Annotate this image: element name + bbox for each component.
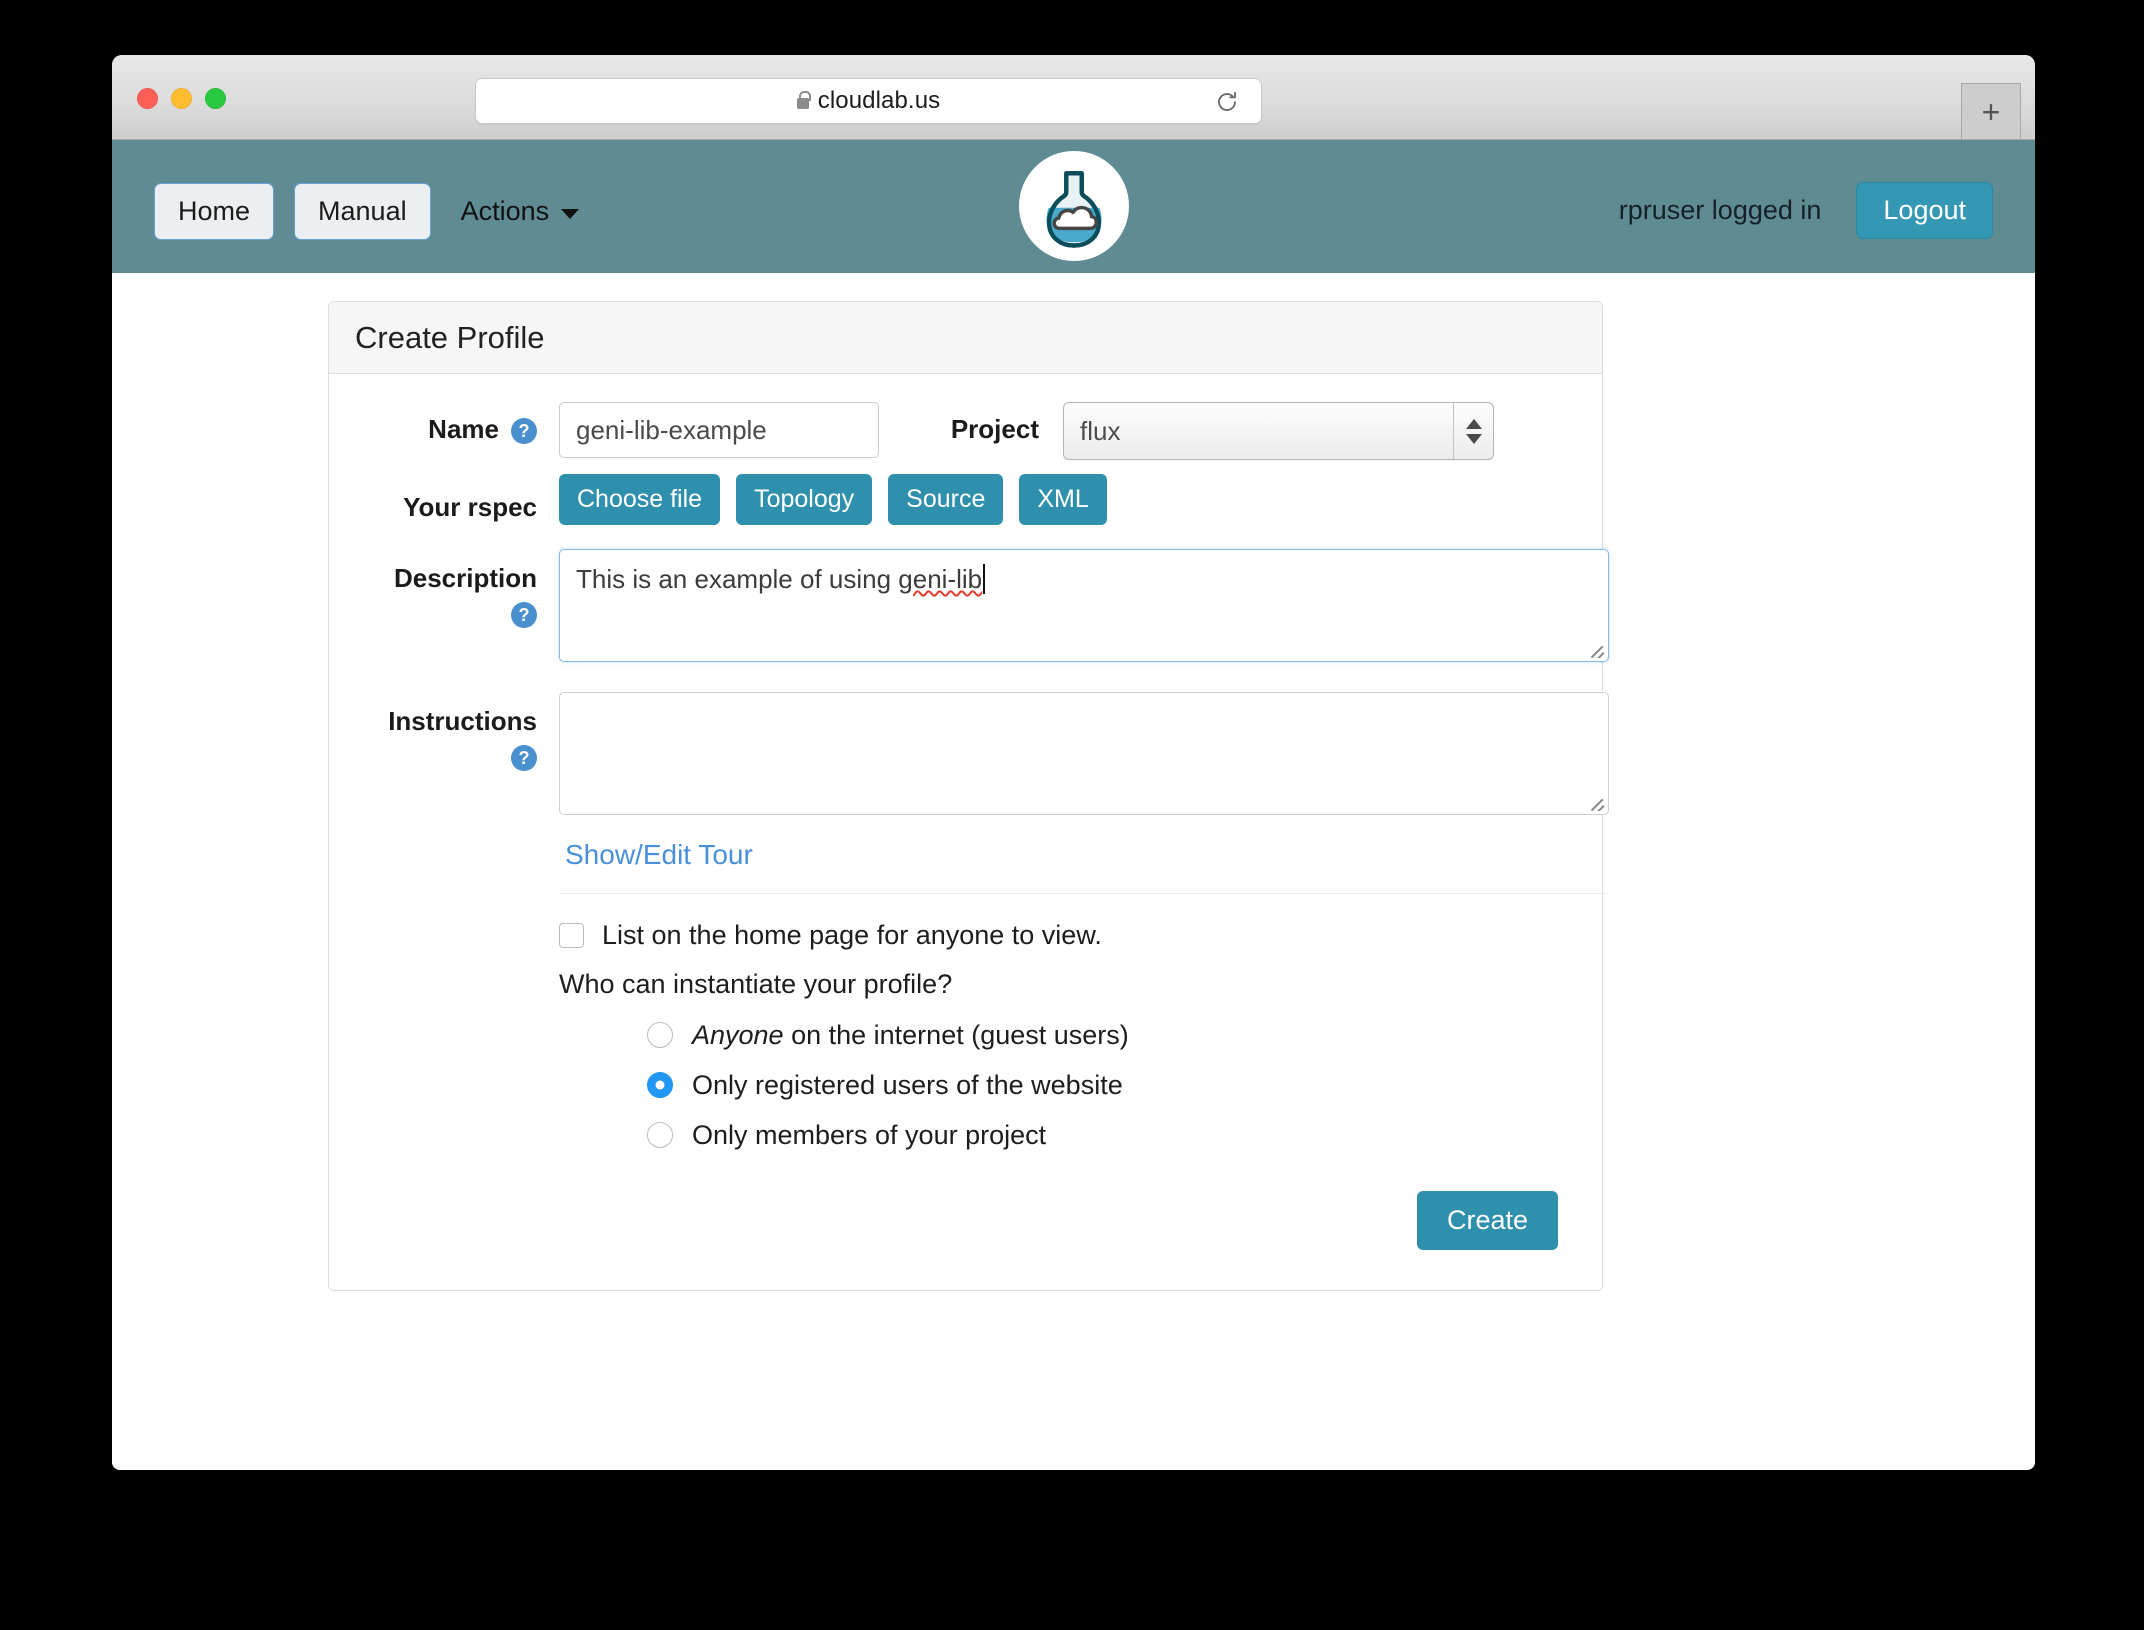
- radio-project-members[interactable]: [647, 1122, 673, 1149]
- description-textarea[interactable]: This is an example of using geni-lib: [559, 548, 1609, 662]
- show-edit-tour-link[interactable]: Show/Edit Tour: [565, 839, 753, 870]
- new-tab-button[interactable]: +: [1961, 83, 2021, 139]
- instructions-field-col: [537, 691, 1609, 815]
- name-label: Name: [428, 414, 499, 444]
- instantiate-question: Who can instantiate your profile?: [559, 968, 953, 999]
- name-project-row: Name? Project flux: [347, 402, 1576, 460]
- select-spinner-icon[interactable]: [1453, 403, 1493, 459]
- description-label-group: Description ?: [347, 549, 537, 628]
- project-label: Project: [950, 414, 1039, 444]
- reload-icon[interactable]: [1215, 90, 1239, 114]
- nav-actions-label: Actions: [460, 196, 550, 227]
- instructions-label: Instructions: [388, 705, 537, 736]
- instructions-row: Instructions ?: [347, 691, 1609, 815]
- radio-project-members-label: Only members of your project: [692, 1119, 1047, 1150]
- project-select[interactable]: flux: [1063, 402, 1494, 460]
- radio-row-anyone[interactable]: Anyone on the internet (guest users): [647, 1020, 1576, 1051]
- text-cursor: [983, 563, 986, 594]
- name-label-group: Name?: [347, 402, 537, 445]
- radio-row-project-members[interactable]: Only members of your project: [647, 1120, 1576, 1151]
- zoom-button[interactable]: [205, 88, 226, 109]
- site-navbar: Home Manual Actions rpruser logged in Lo…: [112, 140, 2035, 273]
- close-button[interactable]: [137, 88, 158, 109]
- instructions-help-icon[interactable]: ?: [511, 744, 537, 771]
- radio-anyone[interactable]: [647, 1022, 673, 1049]
- name-input[interactable]: [559, 402, 879, 458]
- description-field-col: This is an example of using geni-lib: [537, 548, 1609, 662]
- user-status-text: rpruser logged in: [1618, 195, 1822, 226]
- nav-left-group: Home Manual Actions: [154, 183, 580, 241]
- rspec-button-group: Choose file Topology Source XML: [559, 474, 1576, 525]
- logout-button[interactable]: Logout: [1856, 182, 1993, 240]
- panel-body: Name? Project flux: [329, 374, 1609, 1290]
- radio-row-registered[interactable]: Only registered users of the website: [647, 1070, 1576, 1101]
- rspec-field-col: Choose file Topology Source XML: [537, 474, 1576, 525]
- list-home-checkbox[interactable]: [559, 922, 584, 948]
- rspec-row: Your rspec Choose file Topology Source X…: [347, 474, 1576, 525]
- topology-button[interactable]: Topology: [736, 474, 873, 525]
- source-button[interactable]: Source: [888, 474, 1004, 525]
- visibility-section: List on the home page for anyone to view…: [559, 894, 1576, 1151]
- resize-handle[interactable]: [1587, 793, 1605, 811]
- page-body: Create Profile Name? Project flux: [112, 273, 2035, 1470]
- browser-window: cloudlab.us + Home Manual Actions rpruse…: [112, 55, 2035, 1470]
- instructions-label-group: Instructions ?: [347, 692, 537, 771]
- project-select-value: flux: [1080, 415, 1121, 446]
- nav-actions-dropdown[interactable]: Actions: [461, 196, 580, 227]
- name-help-icon[interactable]: ?: [511, 418, 537, 445]
- radio-anyone-label-italic: Anyone: [692, 1019, 784, 1050]
- description-help-icon[interactable]: ?: [511, 601, 537, 628]
- url-group: cloudlab.us: [796, 87, 941, 115]
- description-text-misspelled: geni-lib: [898, 563, 983, 594]
- description-row: Description ? This is an example of usin…: [347, 548, 1609, 662]
- window-controls: [137, 88, 226, 109]
- list-home-checkbox-label: List on the home page for anyone to view…: [602, 919, 1102, 950]
- rspec-label: Your rspec: [403, 492, 537, 522]
- flask-cloud-logo[interactable]: [1018, 151, 1129, 261]
- page-title: Create Profile: [355, 319, 545, 355]
- create-profile-panel: Create Profile Name? Project flux: [328, 301, 1609, 1291]
- radio-anyone-label: Anyone on the internet (guest users): [692, 1020, 1129, 1051]
- xml-button[interactable]: XML: [1019, 474, 1107, 525]
- nav-home-button[interactable]: Home: [154, 183, 275, 241]
- flask-cloud-icon: [1045, 171, 1102, 248]
- nav-right-group: rpruser logged in Logout: [1618, 182, 1993, 240]
- instructions-textarea[interactable]: [559, 691, 1609, 815]
- name-field-col: [537, 402, 879, 458]
- minimize-button[interactable]: [171, 88, 192, 109]
- description-text-prefix: This is an example of using: [576, 563, 899, 594]
- instantiate-radio-group: Anyone on the internet (guest users) Onl…: [647, 1020, 1576, 1151]
- url-text: cloudlab.us: [817, 87, 941, 114]
- choose-file-button[interactable]: Choose file: [559, 474, 721, 525]
- lock-icon: [796, 90, 811, 109]
- address-bar[interactable]: cloudlab.us: [475, 78, 1262, 124]
- radio-registered-users[interactable]: [647, 1072, 673, 1099]
- radio-anyone-label-rest: on the internet (guest users): [783, 1019, 1129, 1050]
- tour-section: Show/Edit Tour: [559, 821, 1609, 894]
- description-label: Description: [393, 562, 537, 593]
- browser-toolbar: cloudlab.us +: [112, 55, 2035, 140]
- chevron-down-icon: [561, 209, 580, 220]
- list-home-checkbox-row[interactable]: List on the home page for anyone to view…: [559, 920, 1576, 951]
- create-row: Create: [347, 1190, 1576, 1250]
- create-button[interactable]: Create: [1416, 1190, 1558, 1250]
- radio-registered-users-label: Only registered users of the website: [692, 1069, 1123, 1100]
- panel-heading: Create Profile: [329, 302, 1602, 374]
- resize-handle[interactable]: [1587, 640, 1605, 658]
- nav-manual-button[interactable]: Manual: [294, 183, 431, 241]
